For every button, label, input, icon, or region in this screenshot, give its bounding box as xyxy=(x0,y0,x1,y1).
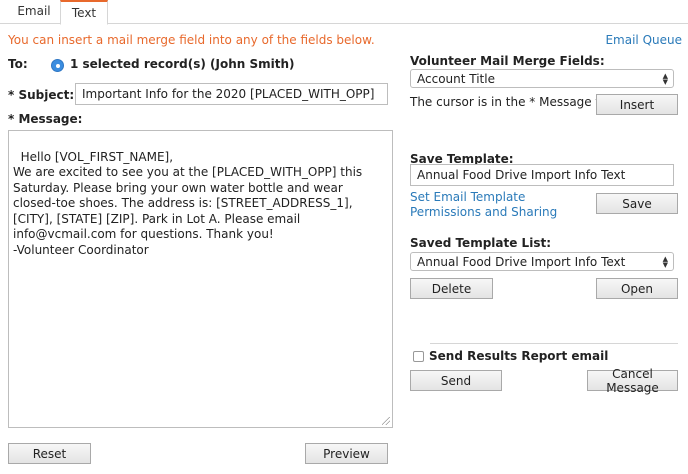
send-button[interactable]: Send xyxy=(410,370,502,391)
merge-field-notice: You can insert a mail merge field into a… xyxy=(8,33,375,47)
select-arrows-icon: ▲ ▼ xyxy=(662,254,668,269)
open-template-button[interactable]: Open xyxy=(596,278,678,299)
tab-email[interactable]: Email xyxy=(7,0,61,24)
divider xyxy=(430,343,678,344)
delete-template-button[interactable]: Delete xyxy=(410,278,493,299)
merge-field-select[interactable]: Account Title ▲ ▼ xyxy=(410,69,674,88)
recipient-text: 1 selected record(s) (John Smith) xyxy=(70,57,295,71)
cursor-note: The cursor is in the * Message field. xyxy=(410,95,626,109)
send-report-checkbox[interactable] xyxy=(413,351,424,362)
recipient-radio[interactable] xyxy=(51,59,64,72)
cancel-message-button[interactable]: Cancel Message xyxy=(587,367,678,395)
template-name-input[interactable]: Annual Food Drive Import Info Text xyxy=(410,164,674,186)
saved-template-select[interactable]: Annual Food Drive Import Info Text ▲ ▼ xyxy=(410,252,674,271)
subject-label: * Subject: xyxy=(8,88,75,102)
save-template-button[interactable]: Save xyxy=(596,193,678,214)
select-arrows-icon: ▲ ▼ xyxy=(662,71,668,86)
tab-bar: Email Text xyxy=(0,0,688,25)
saved-template-selected: Annual Food Drive Import Info Text xyxy=(417,254,626,269)
message-label: * Message: xyxy=(8,112,83,126)
email-queue-link[interactable]: Email Queue xyxy=(605,33,682,47)
reset-button[interactable]: Reset xyxy=(8,443,91,464)
merge-fields-label: Volunteer Mail Merge Fields: xyxy=(410,54,605,68)
preview-button[interactable]: Preview xyxy=(305,443,388,464)
message-text: Hello [VOL_FIRST_NAME], We are excited t… xyxy=(13,149,363,257)
message-textarea[interactable]: Hello [VOL_FIRST_NAME], We are excited t… xyxy=(8,130,393,428)
subject-input[interactable]: Important Info for the 2020 [PLACED_WITH… xyxy=(75,83,388,105)
insert-button[interactable]: Insert xyxy=(596,94,678,115)
saved-template-list-label: Saved Template List: xyxy=(410,236,551,250)
template-permissions-link[interactable]: Set Email Template Permissions and Shari… xyxy=(410,190,590,220)
send-report-label: Send Results Report email xyxy=(429,349,609,363)
tab-text[interactable]: Text xyxy=(60,0,108,25)
resize-grip-icon[interactable] xyxy=(382,417,390,425)
merge-field-selected: Account Title xyxy=(417,71,495,86)
to-label: To: xyxy=(8,57,28,71)
